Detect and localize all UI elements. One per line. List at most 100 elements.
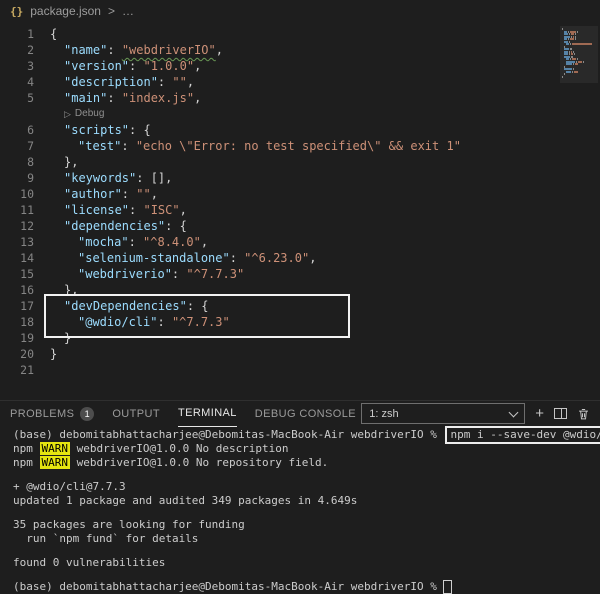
terminal-line: [13, 470, 600, 480]
terminal-text: + @wdio/cli@7.7.3: [13, 480, 126, 493]
shell-selector-dropdown[interactable]: 1: zsh: [361, 403, 525, 424]
panel-tab-terminal[interactable]: TERMINAL: [178, 401, 237, 427]
code-line[interactable]: 5"main": "index.js",: [0, 90, 600, 106]
panel-tab-debug-console[interactable]: DEBUG CONSOLE: [255, 401, 356, 426]
code-line[interactable]: 4 "description": "",: [0, 74, 600, 90]
minimap[interactable]: [560, 26, 598, 83]
code-area[interactable]: 1{2"name": "webdriverIO",3"version": "1.…: [0, 26, 600, 378]
code-text: "mocha": "^8.4.0",: [50, 234, 208, 250]
code-text: "selenium-standalone": "^6.23.0",: [50, 250, 316, 266]
panel-header: PROBLEMS1 OUTPUT TERMINAL DEBUG CONSOLE 1: …: [0, 400, 600, 426]
code-line[interactable]: 19}: [0, 330, 600, 346]
code-line[interactable]: 9"keywords": [],: [0, 170, 600, 186]
code-text: {: [50, 26, 57, 42]
line-number: 18: [0, 314, 34, 330]
line-number: 4: [0, 74, 34, 90]
code-text: }: [50, 330, 71, 346]
code-line[interactable]: 10"author": "",: [0, 186, 600, 202]
code-line[interactable]: 17 "devDependencies": {: [0, 298, 600, 314]
code-text: "main": "index.js",: [50, 90, 201, 106]
line-number: 17: [0, 298, 34, 314]
line-number: 11: [0, 202, 34, 218]
code-line[interactable]: 18 "@wdio/cli": "^7.7.3": [0, 314, 600, 330]
terminal-line: npm WARN webdriverIO@1.0.0 No repository…: [13, 456, 600, 470]
terminal-cursor: [443, 580, 452, 594]
panel-tab-label: TERMINAL: [178, 407, 237, 419]
split-terminal-icon[interactable]: [554, 408, 567, 419]
code-line[interactable]: 1{: [0, 26, 600, 42]
code-line[interactable]: 14"selenium-standalone": "^6.23.0",: [0, 250, 600, 266]
line-number: 9: [0, 170, 34, 186]
annotation-box-npm-command: npm i --save-dev @wdio/cli: [445, 426, 600, 444]
chevron-down-icon: [509, 407, 519, 417]
breadcrumb-separator-icon: >: [108, 4, 115, 18]
code-text: "@wdio/cli": "^7.7.3": [50, 314, 230, 330]
line-number: 7: [0, 138, 34, 154]
line-number: 8: [0, 154, 34, 170]
breadcrumb-collapsed[interactable]: …: [122, 4, 134, 18]
code-text: "version": "1.0.0",: [50, 58, 201, 74]
codelens-debug[interactable]: ▷Debug: [0, 106, 600, 122]
code-line[interactable]: 8},: [0, 154, 600, 170]
code-text: "devDependencies": {: [50, 298, 209, 314]
terminal-text: (base) debomitabhattacharjee@Debomitas-M…: [13, 428, 443, 441]
terminal-text: 35 packages are looking for funding: [13, 518, 245, 531]
line-number: 16: [0, 282, 34, 298]
code-line[interactable]: 20}: [0, 346, 600, 362]
code-line[interactable]: 2 "name": "webdriverIO",: [0, 42, 600, 58]
terminal-text: npm: [13, 456, 40, 469]
code-line[interactable]: 21: [0, 362, 600, 378]
shell-selector-value: 1: zsh: [369, 408, 398, 420]
code-line[interactable]: 13 "mocha": "^8.4.0",: [0, 234, 600, 250]
debug-play-icon: ▷: [64, 106, 71, 122]
code-line[interactable]: 15"webdriverio": "^7.7.3": [0, 266, 600, 282]
json-file-icon: {}: [10, 5, 23, 18]
code-text: "dependencies": {: [50, 218, 187, 234]
code-line[interactable]: 7 "test": "echo \"Error: no test specifie…: [0, 138, 600, 154]
breadcrumb-file-name[interactable]: package.json: [30, 4, 101, 18]
problems-count-badge: 1: [80, 407, 94, 421]
terminal-text: webdriverIO@1.0.0 No repository field.: [70, 456, 328, 469]
line-number: 19: [0, 330, 34, 346]
new-terminal-plus-icon[interactable]: +: [535, 406, 544, 421]
vscode-window: {} package.json > … 1{2"name": "webdrive…: [0, 0, 600, 594]
code-line[interactable]: 11 "license": "ISC",: [0, 202, 600, 218]
terminal-text: found 0 vulnerabilities: [13, 556, 165, 569]
terminal[interactable]: (base) debomitabhattacharjee@Debomitas-M…: [0, 426, 600, 594]
terminal-line: + @wdio/cli@7.7.3: [13, 480, 600, 494]
kill-terminal-trash-icon[interactable]: [577, 407, 590, 421]
code-text: "author": "",: [50, 186, 158, 202]
code-text: "name": "webdriverIO",: [50, 42, 223, 58]
line-number: 2: [0, 42, 34, 58]
breadcrumb[interactable]: {} package.json > …: [0, 0, 600, 22]
code-text: },: [50, 282, 78, 298]
panel-tab-label: DEBUG CONSOLE: [255, 408, 356, 420]
terminal-text: webdriverIO@1.0.0 No description: [70, 442, 289, 455]
panel-actions: 1: zsh +: [361, 403, 590, 424]
editor[interactable]: 1{2"name": "webdriverIO",3"version": "1.…: [0, 22, 600, 400]
line-number: 20: [0, 346, 34, 362]
line-number: 1: [0, 26, 34, 42]
code-text: "test": "echo \"Error: no test specified…: [50, 138, 461, 154]
panel-tab-output[interactable]: OUTPUT: [112, 401, 160, 426]
line-number: 3: [0, 58, 34, 74]
codelens-label: Debug: [75, 106, 104, 122]
bottom-panel: PROBLEMS1 OUTPUT TERMINAL DEBUG CONSOLE 1: …: [0, 400, 600, 594]
panel-tab-problems[interactable]: PROBLEMS1: [10, 401, 94, 426]
code-text: },: [50, 154, 78, 170]
terminal-text: run `npm fund` for details: [13, 532, 198, 545]
code-line[interactable]: 12"dependencies": {: [0, 218, 600, 234]
code-line[interactable]: 3 "version": "1.0.0",: [0, 58, 600, 74]
code-line[interactable]: 6"scripts": {: [0, 122, 600, 138]
terminal-line: found 0 vulnerabilities: [13, 556, 600, 570]
code-line[interactable]: 16},: [0, 282, 600, 298]
panel-tab-label: OUTPUT: [112, 408, 160, 420]
terminal-line: [13, 546, 600, 556]
npm-warn-badge: WARN: [40, 456, 71, 469]
terminal-line: updated 1 package and audited 349 packag…: [13, 494, 600, 508]
code-text: "license": "ISC",: [50, 202, 187, 218]
line-number: 13: [0, 234, 34, 250]
terminal-line: run `npm fund` for details: [13, 532, 600, 546]
panel-tab-bar: PROBLEMS1 OUTPUT TERMINAL DEBUG CONSOLE: [10, 401, 356, 427]
code-text: "description": "",: [50, 74, 194, 90]
